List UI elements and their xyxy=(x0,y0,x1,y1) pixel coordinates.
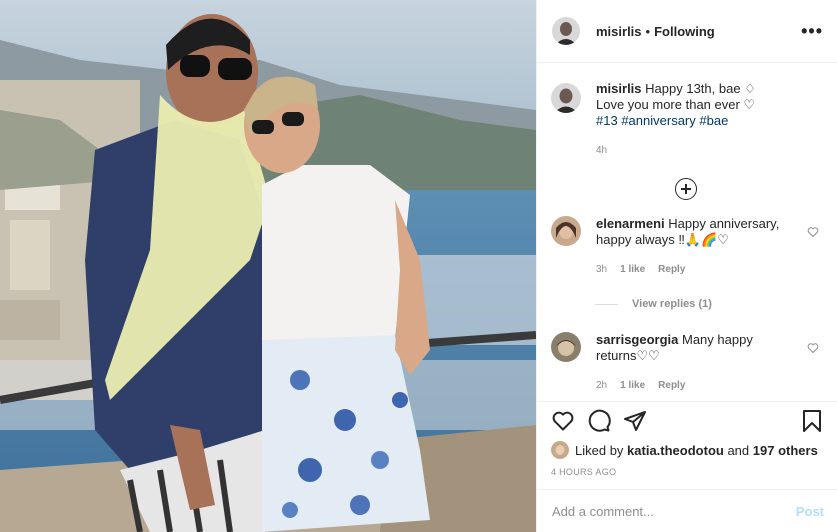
avatar-image xyxy=(551,441,569,459)
comment-body: sarrisgeorgia Many happy returns♡♡ 2h 1 … xyxy=(596,332,801,394)
comment-meta: 2h 1 like Reply xyxy=(596,378,801,394)
reply-button[interactable]: Reply xyxy=(658,262,685,278)
hashtag-link[interactable]: #13 xyxy=(596,113,618,128)
post-timestamp[interactable]: 4 HOURS AGO xyxy=(551,467,824,477)
avatar-image xyxy=(551,332,581,362)
more-options-icon[interactable]: ••• xyxy=(801,21,823,42)
share-paper-plane-icon[interactable] xyxy=(623,409,647,433)
post-header: misirlis • Following ••• xyxy=(537,0,837,63)
comment-like-heart-icon[interactable] xyxy=(807,226,819,238)
caption-time[interactable]: 4h xyxy=(596,143,821,159)
post-actions: Liked by katia.theodotou and 197 others … xyxy=(537,401,837,477)
post-caption: misirlis Happy 13th, bae ♢ Love you more… xyxy=(551,81,821,159)
couple-photo-illustration xyxy=(0,0,536,532)
avatar-image xyxy=(551,83,581,113)
author-username[interactable]: misirlis xyxy=(596,24,642,39)
comment-likes[interactable]: 1 like xyxy=(620,262,645,278)
caption-line2: Love you more than ever ♡ xyxy=(596,97,756,112)
post-photo[interactable] xyxy=(0,0,536,532)
comment-item: sarrisgeorgia Many happy returns♡♡ 2h 1 … xyxy=(551,332,821,394)
comment-item: elenarmeni Happy anniversary, happy alwa… xyxy=(551,216,821,278)
commenter-avatar[interactable] xyxy=(551,216,581,246)
add-comment-input[interactable] xyxy=(552,503,796,519)
post-comment-button[interactable]: Post xyxy=(796,504,824,519)
view-replies-label: View replies (1) xyxy=(632,298,712,310)
hashtag-link[interactable]: #anniversary xyxy=(621,113,695,128)
load-more-comments xyxy=(551,178,821,200)
caption-avatar[interactable] xyxy=(551,83,581,113)
comment-bubble-icon[interactable] xyxy=(587,409,611,433)
comments-section: misirlis Happy 13th, bae ♢ Love you more… xyxy=(537,63,837,401)
liker-avatar[interactable] xyxy=(551,441,569,459)
comment-likes[interactable]: 1 like xyxy=(620,378,645,394)
likes-summary: Liked by katia.theodotou and 197 others xyxy=(551,441,824,459)
header-separator: • xyxy=(645,23,651,39)
comment-username[interactable]: elenarmeni xyxy=(596,216,665,231)
save-bookmark-icon[interactable] xyxy=(800,409,824,433)
add-comment-bar: Post xyxy=(537,489,837,532)
comment-username[interactable]: sarrisgeorgia xyxy=(596,332,678,347)
liker-username[interactable]: katia.theodotou xyxy=(627,443,724,458)
likes-others-link[interactable]: 197 others xyxy=(753,443,818,458)
post-side-panel: misirlis • Following ••• misirlis Happy xyxy=(536,0,837,532)
post-dialog: misirlis • Following ••• misirlis Happy xyxy=(0,0,837,532)
avatar-image xyxy=(551,216,581,246)
comment-time[interactable]: 3h xyxy=(596,262,607,278)
caption-hashtags: #13 #anniversary #bae xyxy=(596,113,821,129)
comment-like-heart-icon[interactable] xyxy=(807,342,819,354)
comment-meta: 3h 1 like Reply xyxy=(596,262,801,278)
follow-status-button[interactable]: Following xyxy=(654,24,715,39)
comment-time[interactable]: 2h xyxy=(596,378,607,394)
likes-prefix: Liked by xyxy=(575,442,624,458)
reply-button[interactable]: Reply xyxy=(658,378,685,394)
hashtag-link[interactable]: #bae xyxy=(699,113,728,128)
view-replies[interactable]: View replies (1) xyxy=(595,298,821,310)
load-more-plus-icon[interactable] xyxy=(675,178,697,200)
comment-body: elenarmeni Happy anniversary, happy alwa… xyxy=(596,216,801,278)
caption-body: misirlis Happy 13th, bae ♢ Love you more… xyxy=(596,81,821,159)
caption-line1: Happy 13th, bae ♢ xyxy=(645,81,756,96)
like-heart-icon[interactable] xyxy=(551,409,575,433)
commenter-avatar[interactable] xyxy=(551,332,581,362)
author-avatar[interactable] xyxy=(552,17,580,45)
avatar-image xyxy=(552,17,580,45)
likes-and: and xyxy=(727,442,750,458)
caption-username[interactable]: misirlis xyxy=(596,81,642,96)
action-bar xyxy=(551,408,824,434)
replies-divider xyxy=(595,303,618,305)
